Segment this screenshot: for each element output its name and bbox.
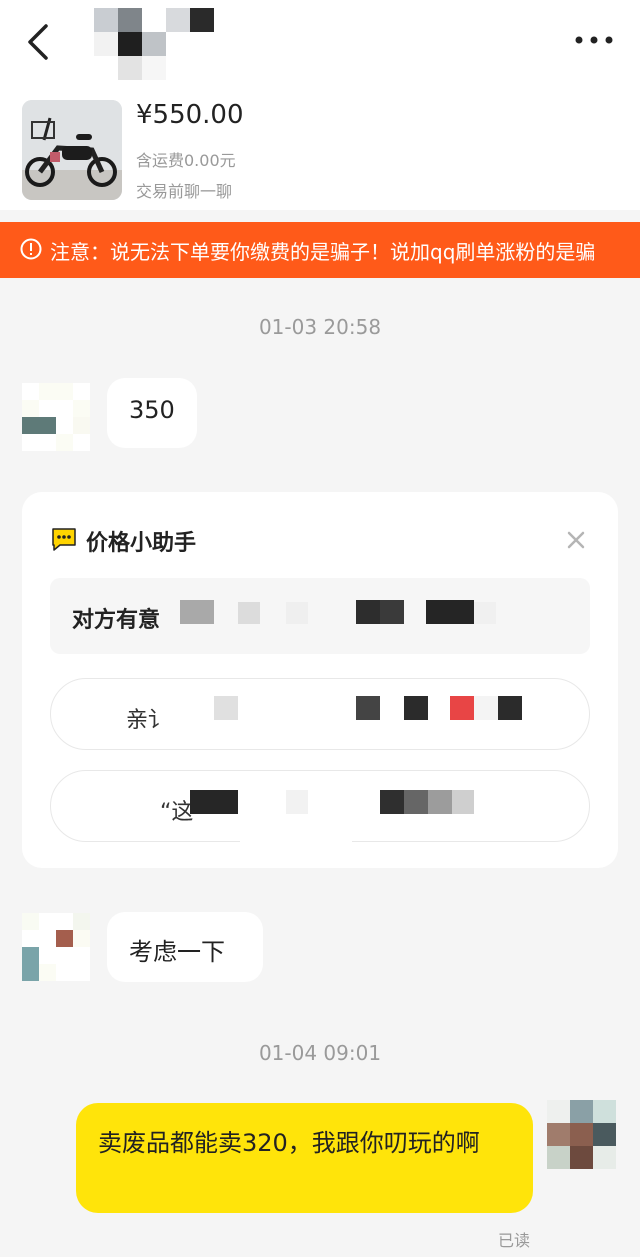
pixelated-option-rest [190, 776, 570, 866]
my-message-text: 卖废品都能卖320，我跟你叨玩的啊 [98, 1129, 480, 1157]
warning-text: 注意：说无法下单要你缴费的是骗子！说加qq刷单涨粉的是骗 [50, 240, 596, 264]
pixelated-option-rest [170, 684, 550, 744]
contact-avatar[interactable] [22, 383, 90, 451]
read-status: 已读 [498, 1231, 531, 1250]
shipping-fee: 含运费0.00元 [136, 151, 236, 170]
message-bubble: 350 [107, 378, 197, 448]
helper-question-text: 对方有意 [72, 608, 161, 633]
helper-option-text: “这 [160, 800, 194, 825]
message-timestamp: 01-04 09:01 [258, 1041, 382, 1065]
chat-hint: 交易前聊一聊 [136, 182, 233, 201]
helper-option-text: 亲讠 [126, 708, 171, 733]
scooter-image [22, 100, 122, 200]
pixelated-question-rest [180, 600, 500, 626]
message-bubble: 考虑一下 [107, 912, 263, 982]
message-text: 考虑一下 [129, 938, 225, 966]
contact-name-pixelated [94, 8, 214, 80]
message-text: 350 [129, 396, 175, 424]
my-avatar[interactable] [547, 1100, 616, 1169]
price-helper-title: 价格小助手 [86, 531, 197, 556]
close-icon[interactable] [564, 528, 588, 552]
back-arrow-icon[interactable] [22, 22, 58, 62]
message-timestamp: 01-03 20:58 [258, 315, 382, 339]
chat-bubble-icon [52, 528, 76, 551]
more-dots-icon[interactable] [572, 30, 616, 50]
contact-avatar[interactable] [22, 913, 90, 981]
product-price: ¥550.00 [136, 100, 244, 130]
warning-banner: 注意：说无法下单要你缴费的是骗子！说加qq刷单涨粉的是骗 [0, 222, 640, 278]
product-thumbnail[interactable] [22, 100, 122, 200]
warning-circle-icon [20, 238, 42, 260]
